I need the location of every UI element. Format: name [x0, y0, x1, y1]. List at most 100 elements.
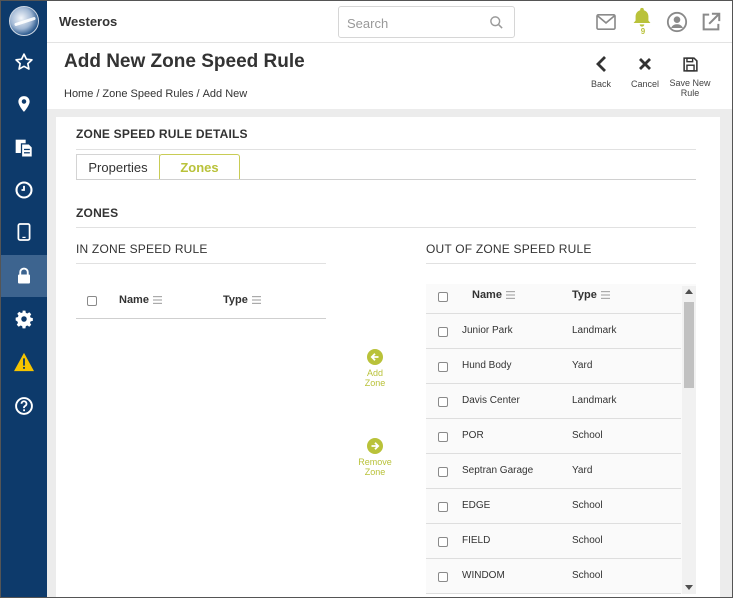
sort-icon[interactable] [251, 296, 261, 304]
scroll-thumb[interactable] [684, 302, 694, 388]
table-row[interactable]: Septran Garage Yard [426, 454, 681, 489]
external-link-button[interactable] [700, 11, 722, 33]
row-name: Septran Garage [462, 465, 534, 476]
sidebar-item-locations[interactable] [1, 83, 47, 125]
star-icon [15, 53, 33, 70]
row-type: School [572, 500, 603, 511]
lock-icon [18, 267, 30, 284]
row-name: FIELD [462, 535, 491, 546]
remove-zone-button[interactable]: Remove Zone [350, 438, 400, 477]
app-window: Westeros 9 Add New Zone Speed Rule Home/… [0, 0, 733, 598]
add-zone-button[interactable]: Add Zone [350, 349, 400, 388]
row-checkbox[interactable] [438, 362, 448, 372]
row-name: WINDOM [462, 570, 505, 581]
out-zone-scrollbar[interactable] [682, 286, 696, 594]
table-row[interactable]: WINDOM School [426, 559, 681, 594]
app-logo-icon[interactable] [9, 6, 39, 36]
breadcrumb-zone-speed-rules[interactable]: Zone Speed Rules [102, 88, 193, 100]
messages-button[interactable] [595, 11, 617, 33]
search-input[interactable] [347, 14, 482, 32]
arrow-left-icon [370, 353, 379, 361]
close-icon [639, 58, 651, 70]
row-type: School [572, 535, 603, 546]
tab-zones[interactable]: Zones [159, 154, 240, 180]
column-header-label: Type [223, 294, 248, 306]
sidebar-item-favorites[interactable] [1, 41, 47, 83]
row-checkbox[interactable] [438, 432, 448, 442]
column-header-label: Name [119, 294, 149, 306]
tab-baseline [76, 179, 696, 180]
back-label: Back [590, 79, 611, 89]
add-zone-label-line1: Add [366, 368, 383, 378]
save-label-line2: Rule [680, 88, 700, 98]
row-type: Landmark [572, 395, 617, 406]
out-zone-title: OUT OF ZONE SPEED RULE [426, 242, 592, 256]
row-checkbox[interactable] [438, 537, 448, 547]
row-type: School [572, 570, 603, 581]
sidebar-item-help[interactable] [1, 385, 47, 427]
row-checkbox[interactable] [438, 467, 448, 477]
row-checkbox[interactable] [438, 572, 448, 582]
out-zone-name-header[interactable]: Name [472, 289, 515, 301]
row-type: School [572, 430, 603, 441]
sidebar-item-history[interactable] [1, 169, 47, 211]
sidebar [1, 1, 47, 597]
row-name: EDGE [462, 500, 491, 511]
table-row[interactable]: FIELD School [426, 524, 681, 559]
sidebar-item-documents[interactable] [1, 127, 47, 169]
search-icon[interactable] [489, 15, 504, 30]
warning-icon [14, 352, 34, 372]
bell-icon [633, 7, 651, 27]
scroll-down-arrow-icon[interactable] [685, 585, 693, 590]
in-zone-type-header[interactable]: Type [223, 294, 261, 306]
out-zone-select-all-checkbox[interactable] [438, 292, 448, 302]
cancel-label: Cancel [630, 79, 659, 89]
breadcrumb-home[interactable]: Home [64, 88, 93, 100]
table-row[interactable]: EDGE School [426, 489, 681, 524]
row-checkbox[interactable] [438, 327, 448, 337]
sidebar-item-security[interactable] [1, 255, 47, 297]
envelope-icon [596, 13, 616, 31]
sort-icon[interactable] [600, 291, 610, 299]
notifications-button[interactable] [631, 6, 653, 28]
sidebar-item-alerts[interactable] [1, 341, 47, 383]
org-name: Westeros [59, 14, 118, 29]
profile-button[interactable] [666, 11, 688, 33]
zones-section-title: ZONES [76, 206, 119, 220]
details-section-title: ZONE SPEED RULE DETAILS [76, 127, 248, 141]
sort-icon[interactable] [152, 296, 162, 304]
table-row[interactable]: Hund Body Yard [426, 349, 681, 384]
sort-icon[interactable] [505, 291, 515, 299]
cancel-button[interactable]: Cancel [622, 53, 668, 89]
column-header-label: Type [572, 289, 597, 301]
add-zone-label-line2: Zone [364, 378, 386, 388]
in-zone-name-header[interactable]: Name [119, 294, 162, 306]
table-row[interactable]: Davis Center Landmark [426, 384, 681, 419]
divider [76, 227, 696, 228]
save-new-rule-button[interactable]: Save New Rule [667, 53, 713, 98]
row-name: Junior Park [462, 325, 513, 336]
divider [76, 263, 326, 264]
search-box[interactable] [338, 6, 515, 38]
back-button[interactable]: Back [578, 53, 624, 89]
divider [76, 149, 696, 150]
row-type: Yard [572, 360, 593, 371]
out-zone-table: Name Type Junior Park Landmark Hund Body… [426, 284, 696, 594]
breadcrumb: Home / Zone Speed Rules / Add New [64, 88, 247, 100]
table-row[interactable]: Junior Park Landmark [426, 314, 681, 349]
clock-icon [15, 181, 33, 199]
table-row[interactable]: POR School [426, 419, 681, 454]
sidebar-item-devices[interactable] [1, 211, 47, 253]
breadcrumb-add-new: Add New [202, 88, 248, 100]
row-checkbox[interactable] [438, 397, 448, 407]
scroll-up-arrow-icon[interactable] [685, 289, 693, 294]
out-zone-type-header[interactable]: Type [572, 289, 610, 301]
arrow-right-icon [371, 442, 380, 450]
top-header: Westeros 9 [47, 1, 732, 43]
row-type: Yard [572, 465, 593, 476]
save-label-line1: Save New [669, 78, 711, 88]
row-checkbox[interactable] [438, 502, 448, 512]
in-zone-select-all-checkbox[interactable] [87, 296, 97, 306]
sidebar-item-settings[interactable] [1, 298, 47, 340]
tab-properties[interactable]: Properties [76, 154, 160, 180]
